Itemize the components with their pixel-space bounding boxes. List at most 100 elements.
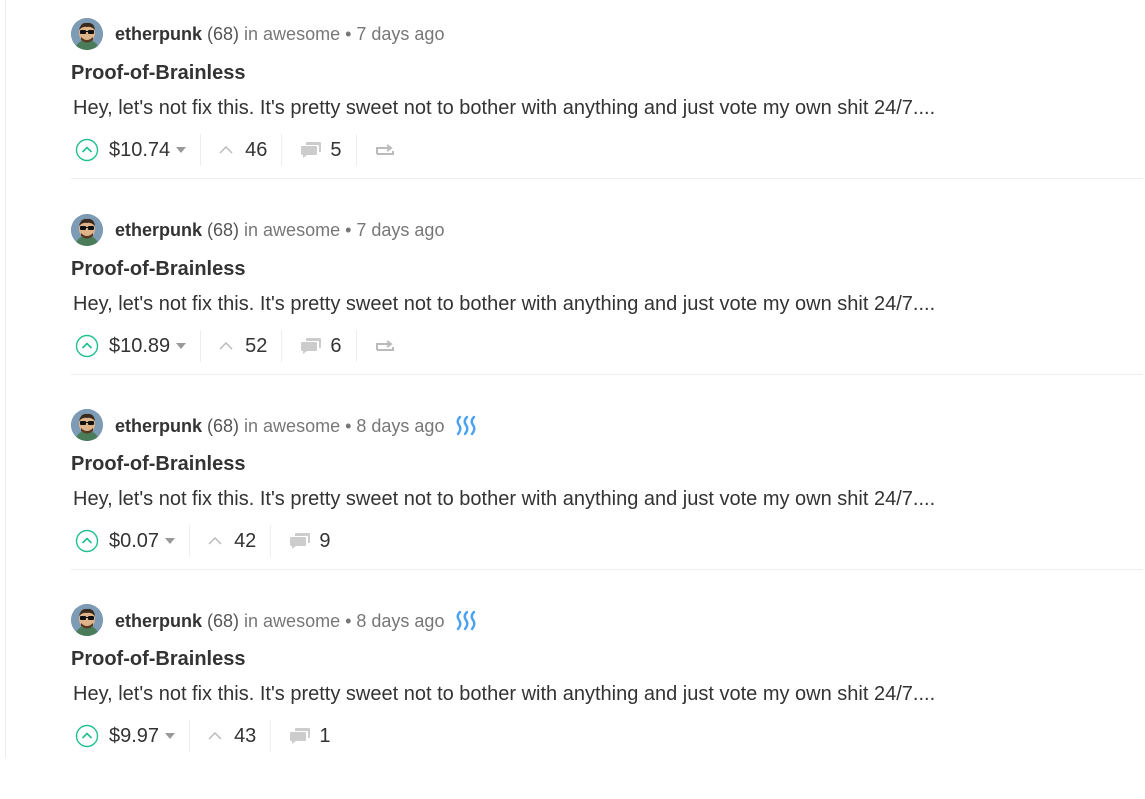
post-category[interactable]: in awesome — [244, 611, 340, 632]
upvote-button[interactable] — [75, 334, 99, 358]
author-reputation: (68) — [207, 415, 240, 436]
post-actions: $0.07 42 9 — [75, 525, 330, 557]
comments-link[interactable]: 6 — [300, 335, 342, 358]
payout-value: $0.07 — [109, 529, 160, 552]
speech-bubble-icon — [301, 338, 322, 354]
payout-dropdown[interactable]: $10.74 — [109, 138, 187, 162]
post-category[interactable]: in awesome — [244, 416, 340, 437]
comments-link[interactable]: 1 — [289, 725, 330, 748]
comments-link[interactable]: 9 — [289, 530, 330, 553]
post-age[interactable]: 8 days ago — [356, 611, 444, 632]
reblog-icon — [375, 340, 394, 351]
action-divider — [200, 330, 202, 362]
post-excerpt[interactable]: Hey, let's not fix this. It's pretty swe… — [73, 683, 935, 706]
author-avatar[interactable] — [71, 18, 103, 50]
circle-chevron-up-icon — [75, 138, 99, 162]
post-divider — [71, 374, 1143, 375]
action-divider — [281, 134, 283, 166]
author-name[interactable]: etherpunk — [115, 220, 202, 241]
action-divider — [270, 525, 272, 557]
post-category[interactable]: in awesome — [244, 220, 340, 241]
vote-count: 43 — [234, 724, 257, 747]
author-name[interactable]: etherpunk — [115, 24, 202, 45]
voters-list-button[interactable]: 42 — [208, 530, 256, 553]
reblog-icon — [375, 144, 394, 155]
post-title[interactable]: Proof-of-Brainless — [71, 648, 245, 671]
action-divider — [281, 330, 283, 362]
caret-down-icon — [165, 538, 176, 544]
author-name[interactable]: etherpunk — [115, 611, 202, 632]
payout-value: $9.97 — [109, 724, 160, 747]
upvote-button[interactable] — [75, 529, 99, 553]
post-title[interactable]: Proof-of-Brainless — [71, 453, 245, 476]
upvote-button[interactable] — [75, 724, 99, 748]
post-summary: etherpunk (68) in awesome • 7 days ago P… — [71, 213, 1143, 409]
chevron-up-icon — [219, 341, 233, 350]
voters-list-button[interactable]: 46 — [219, 139, 267, 162]
post-summary: etherpunk (68) in awesome • 7 days ago P… — [71, 17, 1143, 213]
author-reputation: (68) — [207, 24, 240, 44]
comment-count: 5 — [330, 138, 342, 161]
circle-chevron-up-icon — [75, 529, 99, 553]
post-excerpt[interactable]: Hey, let's not fix this. It's pretty swe… — [73, 293, 935, 316]
post-summary: etherpunk (68) in awesome • 8 days ago P… — [71, 603, 1143, 799]
caret-down-icon — [176, 147, 187, 153]
chevron-up-icon — [208, 731, 222, 740]
page-left-border — [5, 0, 6, 758]
steem-logo-icon — [455, 415, 479, 437]
meta-separator: • — [345, 220, 352, 240]
post-excerpt[interactable]: Hey, let's not fix this. It's pretty swe… — [73, 97, 935, 120]
author-reputation: (68) — [207, 220, 240, 240]
caret-down-icon — [176, 343, 187, 349]
author-avatar[interactable] — [71, 604, 103, 636]
payout-dropdown[interactable]: $9.97 — [109, 724, 176, 748]
chevron-up-icon — [219, 145, 233, 154]
payout-dropdown[interactable]: $10.89 — [109, 334, 187, 358]
voters-list-button[interactable]: 52 — [219, 335, 267, 358]
post-title[interactable]: Proof-of-Brainless — [71, 258, 245, 281]
vote-count: 46 — [245, 138, 268, 161]
post-age[interactable]: 7 days ago — [356, 220, 444, 241]
author-avatar[interactable] — [71, 409, 103, 441]
post-title[interactable]: Proof-of-Brainless — [71, 62, 245, 85]
post-actions: $10.74 46 5 — [75, 134, 395, 166]
reblog-button[interactable] — [375, 142, 395, 158]
author-name[interactable]: etherpunk — [115, 416, 202, 437]
post-meta: etherpunk (68) in awesome • 7 days ago — [115, 220, 444, 241]
avatar-image — [71, 604, 103, 636]
avatar-image — [71, 214, 103, 246]
author-avatar[interactable] — [71, 214, 103, 246]
post-excerpt[interactable]: Hey, let's not fix this. It's pretty swe… — [73, 488, 935, 511]
vote-count: 42 — [234, 529, 257, 552]
speech-bubble-icon — [290, 728, 311, 744]
reblog-button[interactable] — [375, 338, 395, 354]
post-actions: $10.89 52 6 — [75, 330, 395, 362]
steem-logo-icon — [455, 610, 479, 632]
post-divider — [71, 178, 1143, 179]
meta-separator: • — [345, 610, 352, 631]
post-summary: etherpunk (68) in awesome • 8 days ago P… — [71, 408, 1143, 604]
avatar-image — [71, 18, 103, 50]
comments-link[interactable]: 5 — [300, 138, 342, 162]
post-category[interactable]: in awesome — [244, 24, 340, 45]
caret-down-icon — [165, 733, 176, 739]
comment-count: 9 — [319, 529, 331, 552]
action-divider — [355, 134, 357, 166]
action-divider — [355, 330, 357, 362]
post-age[interactable]: 7 days ago — [356, 24, 444, 45]
action-divider — [200, 134, 202, 166]
circle-chevron-up-icon — [75, 334, 99, 358]
payout-value: $10.89 — [109, 334, 171, 357]
upvote-button[interactable] — [75, 138, 99, 162]
chevron-up-icon — [208, 536, 222, 545]
speech-bubble-icon — [290, 533, 311, 549]
post-actions: $9.97 43 1 — [75, 720, 330, 752]
action-divider — [270, 720, 272, 752]
circle-chevron-up-icon — [75, 724, 99, 748]
payout-value: $10.74 — [109, 138, 171, 161]
post-divider — [71, 569, 1143, 570]
voters-list-button[interactable]: 43 — [208, 725, 256, 748]
speech-bubble-icon — [301, 142, 322, 158]
payout-dropdown[interactable]: $0.07 — [109, 529, 176, 553]
post-age[interactable]: 8 days ago — [356, 416, 444, 437]
